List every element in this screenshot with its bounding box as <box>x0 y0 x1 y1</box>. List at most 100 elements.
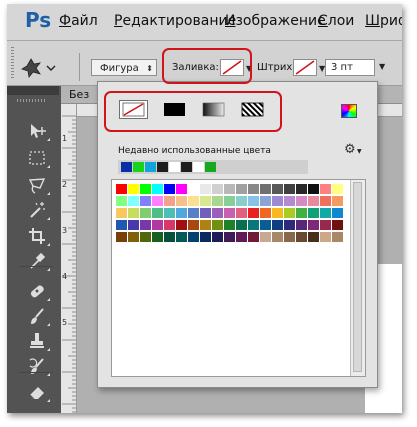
move-tool-icon[interactable] <box>27 121 47 141</box>
color-swatch[interactable] <box>164 220 175 230</box>
settings-dropdown-arrow-icon[interactable]: ▼ <box>357 148 362 155</box>
recent-color-swatch[interactable] <box>193 162 204 172</box>
color-swatch[interactable] <box>236 196 247 206</box>
color-swatch[interactable] <box>236 208 247 218</box>
color-swatch[interactable] <box>284 220 295 230</box>
color-swatch[interactable] <box>212 184 223 194</box>
color-swatch[interactable] <box>260 184 271 194</box>
color-swatch[interactable] <box>200 184 211 194</box>
color-swatch[interactable] <box>176 196 187 206</box>
color-swatch[interactable] <box>152 184 163 194</box>
color-swatch[interactable] <box>140 184 151 194</box>
color-swatch[interactable] <box>224 196 235 206</box>
color-swatch[interactable] <box>320 184 331 194</box>
color-swatch[interactable] <box>128 220 139 230</box>
color-swatch[interactable] <box>308 196 319 206</box>
color-swatch[interactable] <box>164 208 175 218</box>
color-swatch[interactable] <box>140 208 151 218</box>
color-swatch[interactable] <box>308 232 319 242</box>
magic-wand-tool-icon[interactable] <box>27 200 47 220</box>
brush-tool-icon[interactable] <box>27 306 47 326</box>
recent-color-swatch[interactable] <box>121 162 132 172</box>
color-swatch[interactable] <box>320 232 331 242</box>
color-swatch[interactable] <box>308 220 319 230</box>
color-swatch[interactable] <box>296 196 307 206</box>
color-swatch[interactable] <box>152 208 163 218</box>
color-swatch[interactable] <box>332 232 343 242</box>
color-swatch[interactable] <box>212 220 223 230</box>
color-swatch[interactable] <box>224 208 235 218</box>
tools-panel-header[interactable] <box>7 86 59 95</box>
color-swatch[interactable] <box>272 208 283 218</box>
color-swatch[interactable] <box>248 232 259 242</box>
color-swatch[interactable] <box>188 208 199 218</box>
color-swatch[interactable] <box>260 196 271 206</box>
color-swatch[interactable] <box>320 220 331 230</box>
color-swatch[interactable] <box>260 208 271 218</box>
color-swatch[interactable] <box>152 232 163 242</box>
shape-mode-select[interactable]: Фигура ⬍ <box>91 59 157 76</box>
color-swatch[interactable] <box>200 232 211 242</box>
color-swatch[interactable] <box>248 208 259 218</box>
color-swatch[interactable] <box>236 184 247 194</box>
stroke-width-arrow-icon[interactable]: ▼ <box>379 62 385 71</box>
color-swatch[interactable] <box>152 196 163 206</box>
recent-color-swatch[interactable] <box>157 162 168 172</box>
eyedropper-tool-icon[interactable] <box>27 251 47 271</box>
color-swatch[interactable] <box>164 232 175 242</box>
color-swatch[interactable] <box>164 184 175 194</box>
color-swatch[interactable] <box>284 196 295 206</box>
color-swatch[interactable] <box>320 208 331 218</box>
color-swatch[interactable] <box>224 220 235 230</box>
color-swatch[interactable] <box>248 196 259 206</box>
color-swatch[interactable] <box>212 196 223 206</box>
color-swatch[interactable] <box>176 184 187 194</box>
color-swatch[interactable] <box>224 232 235 242</box>
menu-item-1[interactable]: Редактирование <box>114 13 236 29</box>
color-swatch[interactable] <box>200 196 211 206</box>
color-swatch[interactable] <box>188 220 199 230</box>
color-swatch[interactable] <box>176 208 187 218</box>
marquee-tool-icon[interactable] <box>27 148 47 168</box>
crop-tool-icon[interactable] <box>27 226 47 246</box>
color-swatch[interactable] <box>284 184 295 194</box>
color-picker-icon[interactable] <box>341 104 357 118</box>
color-swatch[interactable] <box>332 220 343 230</box>
stroke-width-field[interactable]: 3 пт <box>325 59 375 76</box>
recent-color-swatch[interactable] <box>181 162 192 172</box>
color-swatch[interactable] <box>296 208 307 218</box>
color-swatch[interactable] <box>152 220 163 230</box>
menu-item-3[interactable]: Слои <box>318 13 354 29</box>
color-swatch[interactable] <box>272 220 283 230</box>
color-swatch[interactable] <box>272 196 283 206</box>
color-swatch[interactable] <box>116 208 127 218</box>
healing-brush-tool-icon[interactable] <box>27 281 47 301</box>
color-swatch[interactable] <box>272 184 283 194</box>
eraser-tool-icon[interactable] <box>27 382 47 402</box>
color-swatch[interactable] <box>284 232 295 242</box>
history-brush-tool-icon[interactable] <box>27 356 47 376</box>
color-swatch[interactable] <box>176 220 187 230</box>
color-swatch[interactable] <box>308 208 319 218</box>
color-swatch[interactable] <box>128 208 139 218</box>
color-swatch[interactable] <box>236 220 247 230</box>
color-swatch[interactable] <box>140 196 151 206</box>
color-swatch[interactable] <box>296 220 307 230</box>
color-swatch[interactable] <box>188 184 199 194</box>
color-swatch[interactable] <box>296 184 307 194</box>
recent-color-swatch[interactable] <box>169 162 180 172</box>
recent-color-swatch[interactable] <box>145 162 156 172</box>
menu-item-2[interactable]: Изображение <box>225 13 326 29</box>
gear-icon[interactable]: ⚙ <box>344 142 356 157</box>
color-swatch[interactable] <box>332 208 343 218</box>
color-swatch[interactable] <box>308 184 319 194</box>
color-swatch[interactable] <box>260 232 271 242</box>
color-swatch[interactable] <box>128 196 139 206</box>
color-swatch[interactable] <box>212 208 223 218</box>
color-swatch[interactable] <box>320 196 331 206</box>
color-swatch[interactable] <box>248 184 259 194</box>
color-swatch[interactable] <box>236 232 247 242</box>
color-swatch[interactable] <box>188 196 199 206</box>
swatches-scrollbar[interactable] <box>350 180 365 376</box>
color-swatch[interactable] <box>200 220 211 230</box>
